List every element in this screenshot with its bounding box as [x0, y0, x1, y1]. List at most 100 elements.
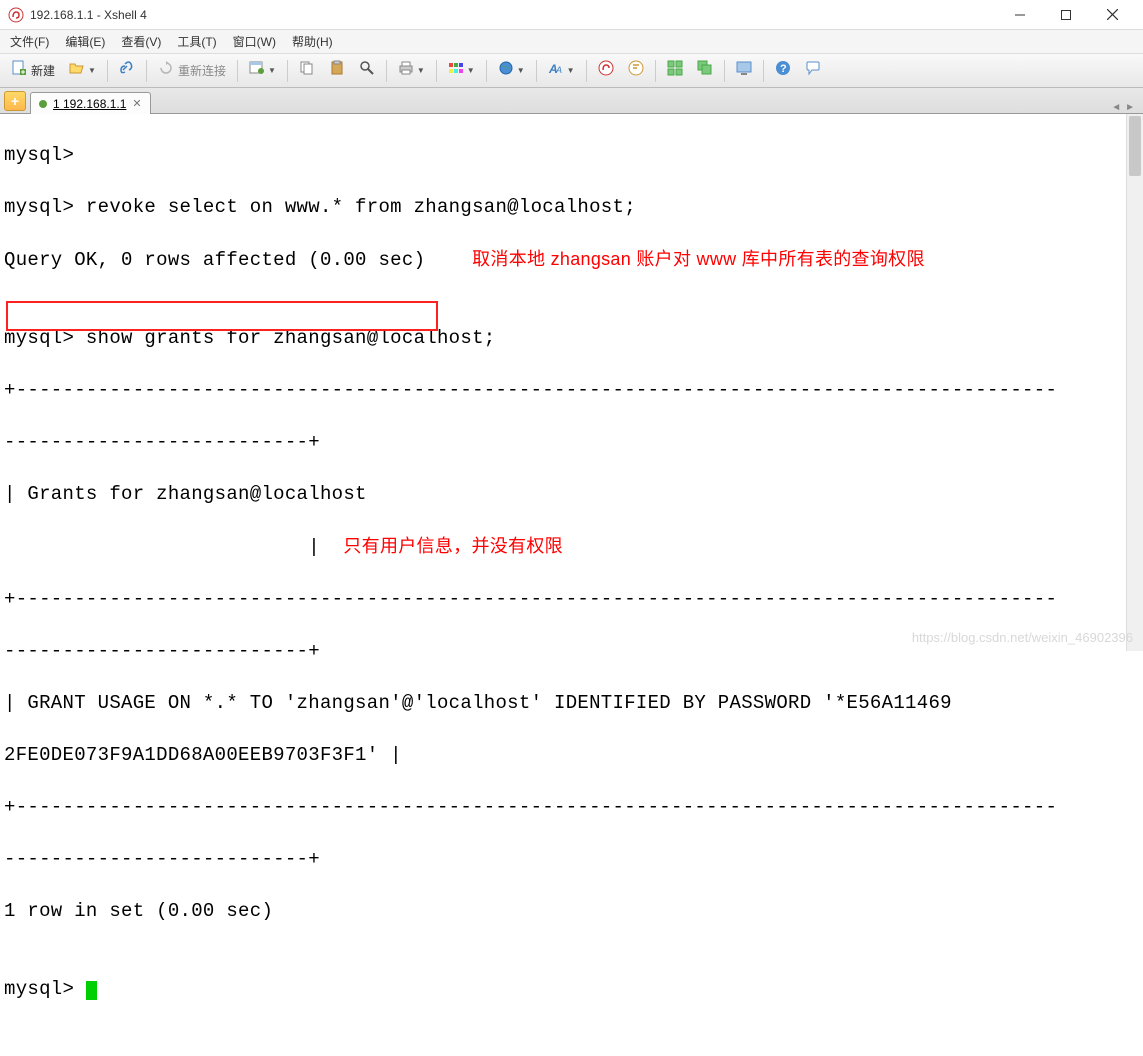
xftp-button[interactable] — [623, 59, 649, 83]
tile-icon — [667, 60, 683, 81]
menu-view[interactable]: 查看(V) — [121, 33, 161, 50]
terminal-line: 2FE0DE073F9A1DD68A00EEB9703F3F1' | — [4, 742, 1139, 768]
globe-icon — [498, 60, 514, 81]
new-label: 新建 — [31, 62, 55, 79]
help-icon: ? — [775, 60, 791, 81]
terminal-line: | Grants for zhangsan@localhost — [4, 481, 1139, 507]
palette-icon — [448, 60, 464, 81]
cursor-icon — [86, 981, 97, 1000]
help-button[interactable]: ? — [770, 59, 796, 83]
menu-file[interactable]: 文件(F) — [10, 33, 49, 50]
find-button[interactable] — [354, 59, 380, 83]
tile-button[interactable] — [662, 59, 688, 83]
minimize-button[interactable] — [997, 0, 1043, 30]
screen-button[interactable] — [731, 59, 757, 83]
terminal-line: --------------------------+ — [4, 429, 1139, 455]
title-bar: 192.168.1.1 - Xshell 4 — [0, 0, 1143, 30]
terminal-line: --------------------------+ — [4, 846, 1139, 872]
printer-icon — [398, 60, 414, 81]
new-session-button[interactable]: 新建 — [6, 59, 60, 83]
paste-button[interactable] — [324, 59, 350, 83]
separator — [763, 60, 764, 82]
separator — [655, 60, 656, 82]
font-icon: AA — [548, 60, 564, 81]
copy-button[interactable] — [294, 59, 320, 83]
terminal-line: +---------------------------------------… — [4, 586, 1139, 612]
speech-icon — [805, 60, 821, 81]
watermark-text: https://blog.csdn.net/weixin_46902396 — [912, 630, 1133, 645]
page-icon — [11, 60, 27, 81]
chevron-down-icon: ▼ — [88, 66, 96, 75]
xftp-icon — [628, 60, 644, 81]
terminal-line: mysql> show grants for zhangsan@localhos… — [4, 325, 1139, 351]
tab-label: 1 192.168.1.1 — [53, 97, 126, 111]
print-button[interactable]: ▼ — [393, 59, 430, 83]
cascade-button[interactable] — [692, 59, 718, 83]
link-icon — [119, 60, 135, 81]
globe-button[interactable]: ▼ — [493, 59, 530, 83]
xshell-button[interactable] — [593, 59, 619, 83]
terminal-line: +---------------------------------------… — [4, 377, 1139, 403]
properties-button[interactable]: ▼ — [244, 59, 281, 83]
terminal-line: 1 row in set (0.00 sec) — [4, 898, 1139, 924]
reconnect-label: 重新连接 — [178, 62, 226, 79]
toolbar: 新建 ▼ 重新连接 ▼ ▼ ▼ ▼ AA ▼ — [0, 54, 1143, 88]
separator — [386, 60, 387, 82]
search-icon — [359, 60, 375, 81]
maximize-button[interactable] — [1043, 0, 1089, 30]
tab-strip: + 1 192.168.1.1 ✕ ◄ ► — [0, 88, 1143, 114]
menu-tools[interactable]: 工具(T) — [177, 33, 216, 50]
terminal-line: mysql> — [4, 976, 1139, 1002]
feedback-button[interactable] — [800, 59, 826, 83]
cascade-icon — [697, 60, 713, 81]
svg-text:?: ? — [780, 63, 787, 75]
chevron-down-icon: ▼ — [517, 66, 525, 75]
reconnect-icon — [158, 60, 174, 81]
chevron-down-icon: ▼ — [567, 66, 575, 75]
window-title: 192.168.1.1 - Xshell 4 — [30, 8, 997, 22]
separator — [287, 60, 288, 82]
screen-icon — [736, 60, 752, 81]
terminal-output[interactable]: mysql> mysql> revoke select on www.* fro… — [0, 114, 1143, 1056]
svg-text:A: A — [555, 65, 562, 75]
copy-icon — [299, 60, 315, 81]
status-dot-icon — [39, 100, 47, 108]
font-button[interactable]: AA ▼ — [543, 59, 580, 83]
terminal-line: | GRANT USAGE ON *.* TO 'zhangsan'@'loca… — [4, 690, 1139, 716]
terminal-line: mysql> — [4, 142, 1139, 168]
separator — [107, 60, 108, 82]
terminal-line: +---------------------------------------… — [4, 794, 1139, 820]
new-tab-button[interactable]: + — [4, 91, 26, 111]
terminal-line: Query OK, 0 rows affected (0.00 sec) 取消本… — [4, 246, 1139, 273]
properties-icon — [249, 60, 265, 81]
terminal-area[interactable]: mysql> mysql> revoke select on www.* fro… — [0, 114, 1143, 651]
xshell-icon — [598, 60, 614, 81]
open-button[interactable]: ▼ — [64, 59, 101, 83]
close-button[interactable] — [1089, 0, 1135, 30]
reconnect-button[interactable]: 重新连接 — [153, 59, 231, 83]
terminal-line: mysql> revoke select on www.* from zhang… — [4, 194, 1139, 220]
tab-scroll-right[interactable]: ► — [1125, 102, 1135, 113]
scrollbar[interactable] — [1126, 114, 1143, 651]
paste-icon — [329, 60, 345, 81]
separator — [146, 60, 147, 82]
menu-edit[interactable]: 编辑(E) — [65, 33, 105, 50]
annotation-text: 只有用户信息，并没有权限 — [343, 536, 563, 556]
window-controls — [997, 0, 1135, 30]
session-tab[interactable]: 1 192.168.1.1 ✕ — [30, 92, 151, 114]
menu-help[interactable]: 帮助(H) — [292, 33, 333, 50]
scrollbar-thumb[interactable] — [1129, 116, 1141, 176]
tab-scroll-arrows: ◄ ► — [1111, 102, 1139, 113]
terminal-line: | 只有用户信息，并没有权限 — [4, 533, 1139, 560]
menu-window[interactable]: 窗口(W) — [233, 33, 276, 50]
menu-bar: 文件(F) 编辑(E) 查看(V) 工具(T) 窗口(W) 帮助(H) — [0, 30, 1143, 54]
color-button[interactable]: ▼ — [443, 59, 480, 83]
link-button[interactable] — [114, 59, 140, 83]
app-icon — [8, 7, 24, 23]
tab-scroll-left[interactable]: ◄ — [1111, 102, 1121, 113]
annotation-text: 取消本地 zhangsan 账户对 www 库中所有表的查询权限 — [472, 249, 925, 269]
chevron-down-icon: ▼ — [268, 66, 276, 75]
separator — [724, 60, 725, 82]
chevron-down-icon: ▼ — [417, 66, 425, 75]
tab-close-icon[interactable]: ✕ — [132, 97, 141, 110]
